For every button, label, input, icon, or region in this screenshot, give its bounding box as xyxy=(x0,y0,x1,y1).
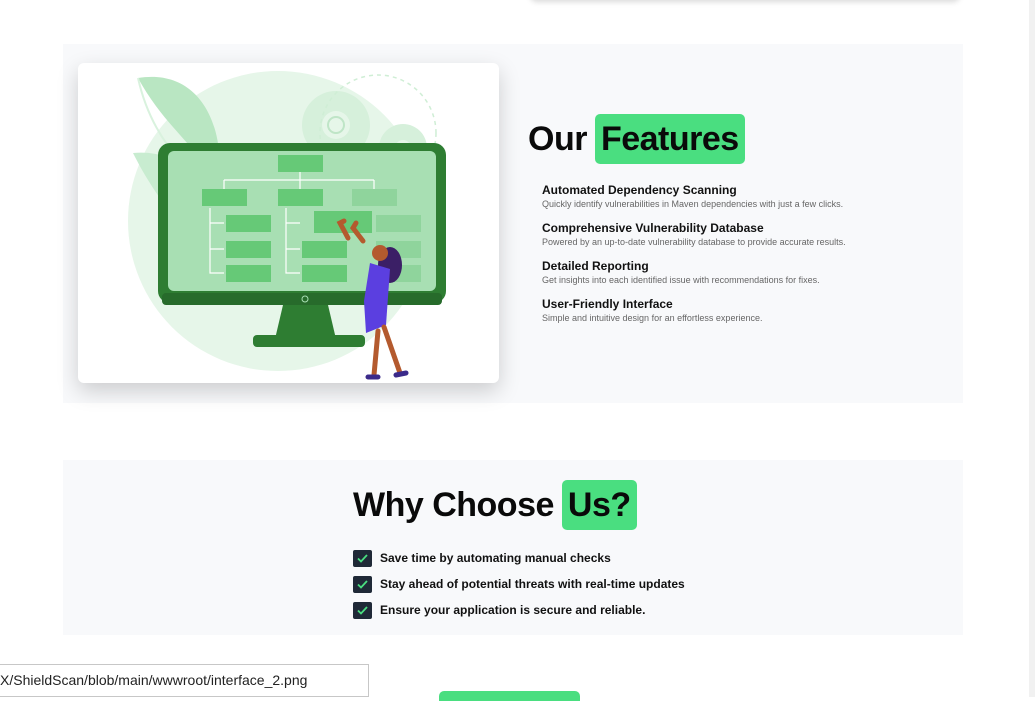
feature-title: Automated Dependency Scanning xyxy=(542,183,737,197)
feature-item: Automated Dependency Scanning Quickly id… xyxy=(542,183,942,211)
feature-item: User-Friendly Interface Simple and intui… xyxy=(542,297,942,325)
features-heading-highlight: Features xyxy=(594,114,745,164)
page-scrollbar[interactable] xyxy=(1029,0,1035,697)
checkmark-icon xyxy=(353,575,372,593)
feature-title: Detailed Reporting xyxy=(542,259,649,273)
why-heading-highlight: Us? xyxy=(561,480,637,530)
feature-title: User-Friendly Interface xyxy=(542,297,673,311)
why-heading: Why Choose Us? xyxy=(353,480,637,530)
why-list-item: Ensure your application is secure and re… xyxy=(353,597,685,623)
cta-button-edge[interactable] xyxy=(439,691,580,701)
feature-description: Simple and intuitive design for an effor… xyxy=(542,313,763,323)
checkmark-icon xyxy=(353,549,372,567)
features-illustration xyxy=(78,63,499,383)
why-item-text: Save time by automating manual checks xyxy=(380,551,611,565)
feature-title: Comprehensive Vulnerability Database xyxy=(542,221,764,235)
feature-description: Get insights into each identified issue … xyxy=(542,275,820,285)
feature-item: Detailed Reporting Get insights into eac… xyxy=(542,259,942,287)
feature-description: Quickly identify vulnerabilities in Mave… xyxy=(542,199,844,209)
why-choose-us-section: Why Choose Us? Save time by automating m… xyxy=(63,460,963,635)
feature-list: Automated Dependency Scanning Quickly id… xyxy=(542,183,942,335)
dashboard-illustration-icon xyxy=(128,71,446,380)
feature-description: Powered by an up-to-date vulnerability d… xyxy=(542,237,846,247)
features-section: Our Features Automated Dependency Scanni… xyxy=(63,44,963,403)
why-item-text: Ensure your application is secure and re… xyxy=(380,603,646,617)
checkmark-icon xyxy=(353,601,372,619)
feature-item: Comprehensive Vulnerability Database Pow… xyxy=(542,221,942,249)
why-heading-plain: Why Choose xyxy=(353,485,554,524)
why-list-item: Stay ahead of potential threats with rea… xyxy=(353,571,685,597)
features-heading: Our Features xyxy=(528,114,745,164)
features-heading-plain: Our xyxy=(528,119,587,158)
why-item-text: Stay ahead of potential threats with rea… xyxy=(380,577,685,591)
why-list: Save time by automating manual checks St… xyxy=(353,545,685,623)
why-list-item: Save time by automating manual checks xyxy=(353,545,685,571)
status-bar-url: X/ShieldScan/blob/main/wwwroot/interface… xyxy=(0,664,369,697)
